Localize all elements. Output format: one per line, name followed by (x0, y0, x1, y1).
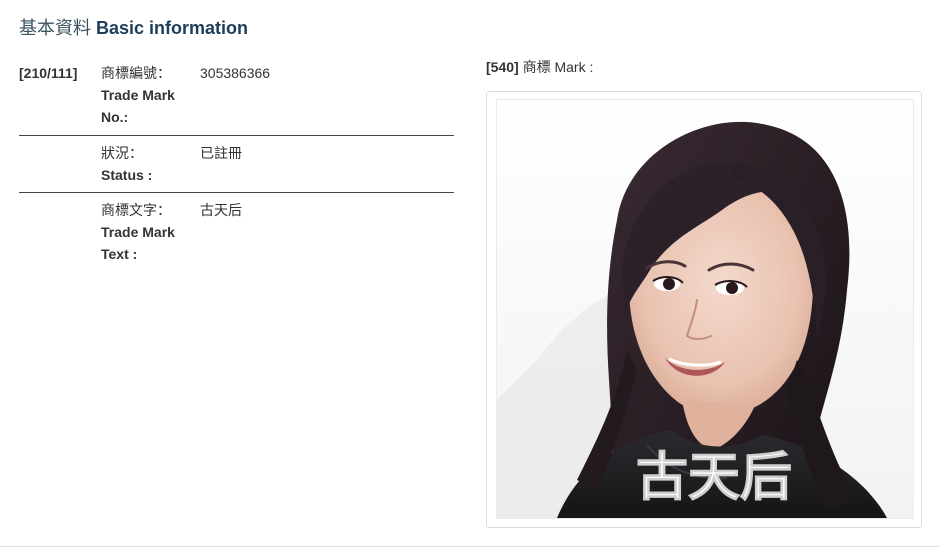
mark-image-text: 古天后 (636, 448, 792, 508)
mark-label: [540] 商標 Mark : (486, 56, 593, 78)
trademark-no-label: 商標編號： Trade Mark No.: (101, 62, 197, 128)
mark-label-text: 商標 Mark : (522, 59, 594, 75)
status-label-en: Status : (101, 167, 153, 183)
trademark-text-label-en: Trade Mark Text : (101, 224, 175, 262)
section-title-zh: 基本資料 (19, 18, 91, 38)
trademark-text-label-zh: 商標文字： (101, 202, 171, 218)
portrait-photo-icon: 古天后 (496, 99, 914, 519)
section-heading: 基本資料 Basic information (19, 16, 248, 40)
trademark-text-value: 古天后 (200, 202, 242, 218)
row-divider (19, 135, 454, 136)
status-row: 狀況： Status : 已註冊 (19, 142, 454, 188)
trademark-text-row: 商標文字： Trade Mark Text : 古天后 (19, 199, 454, 269)
trademark-no-label-zh: 商標編號： (101, 65, 171, 81)
page-bottom-rule (0, 546, 939, 547)
trademark-text-label: 商標文字： Trade Mark Text : (101, 199, 197, 265)
mark-code: [540] (486, 59, 519, 75)
trademark-detail-page: 基本資料 Basic information [210/111] 商標編號： T… (0, 0, 939, 548)
trademark-no-row: [210/111] 商標編號： Trade Mark No.: 30538636… (19, 62, 454, 134)
field-code: [210/111] (19, 65, 78, 81)
status-label-zh: 狀況： (101, 145, 143, 161)
status-label: 狀況： Status : (101, 142, 197, 186)
section-title-en: Basic information (96, 18, 249, 38)
status-value: 已註冊 (200, 145, 242, 161)
trademark-no-value: 305386366 (200, 65, 271, 81)
trademark-no-label-en: Trade Mark No.: (101, 87, 175, 125)
mark-image-frame: 古天后 (486, 91, 922, 528)
row-divider (19, 192, 454, 193)
